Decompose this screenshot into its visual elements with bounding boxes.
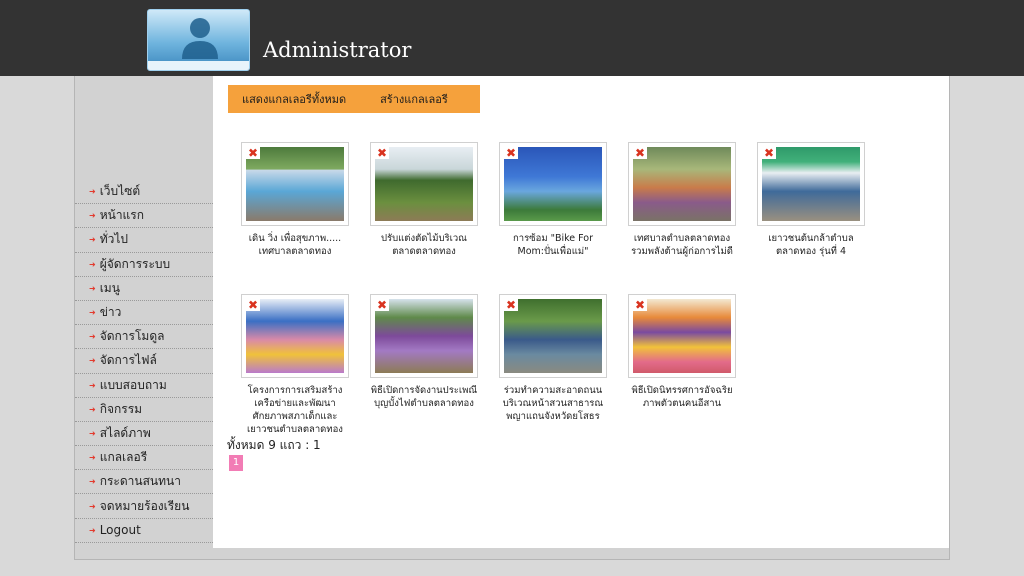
sidebar-item-webboard[interactable]: ➜ กระดานสนทนา	[75, 470, 213, 495]
gallery-caption: ร่วมทำความสะอาดถนน บริเวณหน้าสวนสาธารณพญ…	[502, 385, 604, 422]
sidebar-item-label: จัดการโมดูล	[99, 329, 165, 344]
gallery-item[interactable]: ✖ เยาวชนต้นกล้าตำบลตลาดทอง รุ่นที่ 4	[757, 142, 865, 258]
gallery-item[interactable]: ✖ โครงการการเสริมสร้างเครือข่ายและพัฒนาศ…	[241, 294, 349, 436]
gallery-caption: ปรับแต่งตัดไม้บริเวณตลาดตลาดทอง	[380, 233, 467, 257]
gallery-thumbnail[interactable]: ✖	[241, 294, 349, 378]
sidebar-nav: ➜ เว็บไซต์ ➜ หน้าแรก ➜ ทั่วไป ➜ ผู้จัดการระบ…	[75, 180, 213, 543]
gallery-thumbnail[interactable]: ✖	[628, 294, 736, 378]
sidebar-item-label: ทั่วไป	[99, 232, 129, 247]
sidebar-item-label: จัดการไฟล์	[99, 353, 157, 368]
sidebar-item-label: สไลด์ภาพ	[99, 425, 151, 440]
sidebar-item-files[interactable]: ➜ จัดการไฟล์	[75, 349, 213, 374]
sidebar-item-general[interactable]: ➜ ทั่วไป	[75, 228, 213, 253]
arrow-right-icon: ➜	[89, 356, 96, 366]
sidebar-item-modules[interactable]: ➜ จัดการโมดูล	[75, 325, 213, 350]
arrow-right-icon: ➜	[89, 380, 96, 390]
gallery-item[interactable]: ✖ ร่วมทำความสะอาดถนน บริเวณหน้าสวนสาธารณ…	[499, 294, 607, 423]
broken-image-icon: ✖	[504, 146, 518, 160]
sidebar-item-label: Logout	[99, 523, 141, 538]
gallery-caption: เดิน วิ่ง เพื่อสุขภาพ..... เทศบาลตลาดทอง	[248, 233, 342, 257]
sidebar-item-label: หน้าแรก	[99, 208, 144, 223]
sidebar-item-logout[interactable]: ➜ Logout	[75, 519, 213, 543]
broken-image-icon: ✖	[762, 146, 776, 160]
sidebar-item-label: ข่าว	[99, 305, 122, 320]
broken-image-icon: ✖	[375, 298, 389, 312]
gallery-item[interactable]: ✖ พิธีเปิดนิทรรศการอัจฉริยภาพตัวตนคนอีสา…	[628, 294, 736, 410]
gallery-caption: โครงการการเสริมสร้างเครือข่ายและพัฒนาศัก…	[247, 385, 343, 435]
arrow-right-icon: ➜	[89, 235, 96, 245]
tab-create-gallery[interactable]: สร้างแกลเลอรี	[380, 90, 448, 108]
sidebar-item-complaints[interactable]: ➜ จดหมายร้องเรียน	[75, 494, 213, 519]
sidebar-item-menu[interactable]: ➜ เมนู	[75, 277, 213, 301]
arrow-right-icon: ➜	[89, 332, 96, 342]
sidebar-item-label: กระดานสนทนา	[99, 474, 181, 489]
sidebar-item-survey[interactable]: ➜ แบบสอบถาม	[75, 374, 213, 398]
app-title: Administrator	[263, 38, 412, 62]
gallery-item[interactable]: ✖ ปรับแต่งตัดไม้บริเวณตลาดตลาดทอง	[370, 142, 478, 258]
arrow-right-icon: ➜	[89, 428, 96, 438]
gallery-caption: เทศบาลตำบลตลาดทอง รวมพลังต้านผู้ก่อการไม…	[631, 233, 733, 257]
sidebar-item-admins[interactable]: ➜ ผู้จัดการระบบ	[75, 253, 213, 277]
broken-image-icon: ✖	[246, 298, 260, 312]
sidebar-item-label: เมนู	[99, 280, 120, 295]
gallery-thumbnail[interactable]: ✖	[370, 142, 478, 226]
arrow-right-icon: ➜	[89, 308, 96, 318]
broken-image-icon: ✖	[633, 146, 647, 160]
gallery-thumbnail[interactable]: ✖	[370, 294, 478, 378]
broken-image-icon: ✖	[246, 146, 260, 160]
sidebar-item-slides[interactable]: ➜ สไลด์ภาพ	[75, 422, 213, 447]
sidebar-item-news[interactable]: ➜ ข่าว	[75, 301, 213, 326]
arrow-right-icon: ➜	[89, 453, 96, 463]
sidebar-item-label: กิจกรรม	[99, 401, 143, 416]
gallery-thumbnail[interactable]: ✖	[499, 294, 607, 378]
gallery-caption: พิธีเปิดนิทรรศการอัจฉริยภาพตัวตนคนอีสาน	[631, 385, 733, 409]
arrow-right-icon: ➜	[89, 477, 96, 487]
arrow-right-icon: ➜	[89, 259, 96, 269]
broken-image-icon: ✖	[375, 146, 389, 160]
pagination-page-button[interactable]: 1	[229, 455, 243, 471]
sidebar-item-label: แบบสอบถาม	[99, 377, 167, 392]
gallery-thumbnail[interactable]: ✖	[628, 142, 736, 226]
sidebar-item-gallery[interactable]: ➜ แกลเลอรี	[75, 446, 213, 471]
gallery-caption: เยาวชนต้นกล้าตำบลตลาดทอง รุ่นที่ 4	[768, 233, 854, 257]
tab-show-all-galleries[interactable]: แสดงแกลเลอรีทั้งหมด	[242, 90, 346, 108]
sidebar-item-label: แกลเลอรี	[99, 450, 148, 465]
gallery-caption: การซ้อม "Bike For Mom:ปั่นเพื่อแม่"	[512, 233, 594, 257]
arrow-right-icon: ➜	[89, 501, 96, 511]
sidebar-item-activities[interactable]: ➜ กิจกรรม	[75, 398, 213, 422]
gallery-item[interactable]: ✖ เทศบาลตำบลตลาดทอง รวมพลังต้านผู้ก่อการ…	[628, 142, 736, 258]
gallery-caption: พิธีเปิดการจัดงานประเพณีบุญบั้งไฟตำบลตลา…	[370, 385, 478, 409]
gallery-tabs: แสดงแกลเลอรีทั้งหมด สร้างแกลเลอรี	[228, 85, 480, 113]
sidebar-item-home[interactable]: ➜ หน้าแรก	[75, 204, 213, 229]
gallery-thumbnail[interactable]: ✖	[499, 142, 607, 226]
sidebar-item-label: ผู้จัดการระบบ	[99, 256, 171, 271]
arrow-right-icon: ➜	[89, 404, 96, 414]
sidebar-item-label: จดหมายร้องเรียน	[99, 498, 190, 513]
arrow-right-icon: ➜	[89, 283, 96, 293]
sidebar-item-label: เว็บไซต์	[99, 184, 141, 199]
header-bar: Administrator	[0, 0, 1024, 76]
arrow-right-icon: ➜	[89, 187, 96, 197]
arrow-right-icon: ➜	[89, 211, 96, 221]
sidebar-item-website[interactable]: ➜ เว็บไซต์	[75, 180, 213, 205]
user-avatar-icon	[147, 9, 250, 71]
gallery-item[interactable]: ✖ พิธีเปิดการจัดงานประเพณีบุญบั้งไฟตำบลต…	[370, 294, 478, 410]
gallery-thumbnail[interactable]: ✖	[757, 142, 865, 226]
gallery-item[interactable]: ✖ เดิน วิ่ง เพื่อสุขภาพ..... เทศบาลตลาดท…	[241, 142, 349, 258]
broken-image-icon: ✖	[504, 298, 518, 312]
broken-image-icon: ✖	[633, 298, 647, 312]
result-summary: ทั้งหมด 9 แถว : 1	[227, 438, 321, 452]
arrow-right-icon: ➜	[89, 525, 96, 535]
gallery-item[interactable]: ✖ การซ้อม "Bike For Mom:ปั่นเพื่อแม่"	[499, 142, 607, 258]
gallery-thumbnail[interactable]: ✖	[241, 142, 349, 226]
